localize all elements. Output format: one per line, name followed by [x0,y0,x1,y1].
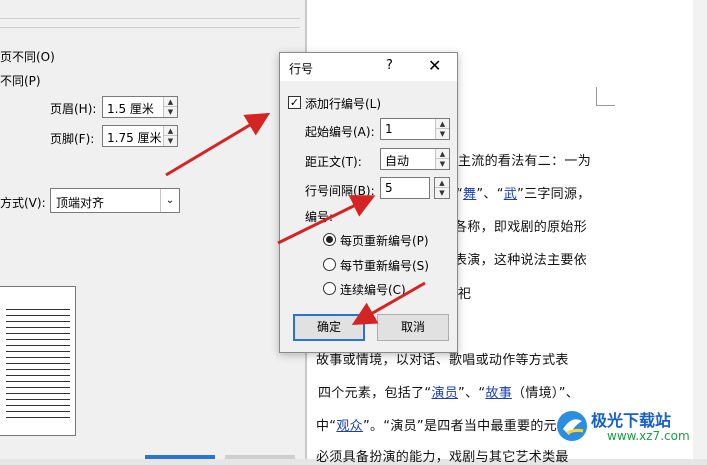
hyperlink[interactable]: 观众 [336,419,363,434]
header-distance-spinner[interactable]: 1.5 厘米 ▲ ▼ [102,96,178,118]
document-line: “舞”、“武”三字同源， [456,183,591,202]
add-line-numbers-checkbox[interactable]: ✓ [288,96,301,109]
start-at-spinner[interactable]: 1 ▲ ▼ [380,118,450,140]
continuous-label[interactable]: 连续编号(C) [340,281,406,298]
vertical-scrollbar[interactable] [693,0,707,459]
help-icon[interactable]: ? [386,58,393,73]
spin-down-icon[interactable]: ▼ [164,107,177,117]
restart-each-section-radio[interactable] [323,258,336,271]
spinner-arrows[interactable]: ▲ ▼ [435,119,449,139]
restart-each-page-radio[interactable] [323,233,336,246]
spin-up-icon[interactable]: ▲ [435,178,449,188]
cancel-button[interactable]: 取消 [377,314,449,341]
spin-down-icon[interactable]: ▼ [435,188,449,198]
watermark-name: 极光下载站 [591,411,672,430]
text-run: 主流的看法有二：一为 [458,154,592,169]
dialog-titlebar: 行号 ? ✕ [280,53,457,81]
spin-up-icon[interactable]: ▲ [436,119,449,129]
start-at-value: 1 [385,122,393,136]
document-line: 表演，这种说法主要依 [454,249,587,268]
text-run: 各称，即戏剧的原始形 [454,220,588,235]
hyperlink[interactable]: 故事 [485,386,512,401]
spinner-arrows[interactable]: ▲ ▼ [163,126,177,146]
spin-down-icon[interactable]: ▼ [436,159,449,169]
text-run: ”、“ [476,187,504,202]
document-line: 四个元素，包括了“演员”、“故事（情境）”、 [318,382,579,401]
odd-even-option[interactable]: 页不同(O) [0,48,55,65]
section-divider [0,27,300,28]
from-text-value: 自动 [385,154,410,168]
text-run: ”。“演员”是四者当中最重要的元素， [362,419,584,434]
spinner-arrows[interactable]: ▲ ▼ [163,97,177,117]
footer-distance-label: 页脚(F): [50,132,95,146]
document-line: 祀 [458,283,471,302]
add-line-numbers-label[interactable]: 添加行编号(L) [305,95,381,112]
cancel-button-edge[interactable] [225,455,295,459]
from-text-spinner[interactable]: 自动 ▲ ▼ [380,148,450,170]
watermark-icon [557,411,587,441]
text-run: 中“ [316,419,337,434]
dialog-title: 行号 [289,62,314,76]
line-numbers-dialog: 行号 ? ✕ ✓ 添加行编号(L) 起始编号(A): 1 ▲ ▼ 距正文(T): … [279,52,458,353]
document-line: 中“观众”。“演员”是四者当中最重要的元素， [316,415,584,434]
continuous-radio[interactable] [323,282,336,295]
hyperlink[interactable]: 武 [504,187,517,202]
spin-up-icon[interactable]: ▲ [164,126,177,136]
count-by-spinner[interactable]: 5 [380,177,430,199]
document-line: 各称，即戏剧的原始形 [454,216,587,235]
text-run: 祀 [458,287,472,302]
text-run: 表演，这种说法主要依 [454,253,588,268]
footer-distance-value: 1.75 厘米 [107,131,162,145]
footer-distance-spinner[interactable]: 1.75 厘米 ▲ ▼ [102,125,178,147]
count-by-label: 行号间隔(B): [305,184,375,198]
margin-corner-mark [596,87,615,106]
page-preview [0,286,76,436]
watermark-logo: 极光下载站 www.xz7.com [555,405,703,453]
vertical-align-label: 方式(V): [0,196,46,210]
spin-down-icon[interactable]: ▼ [436,129,449,139]
ok-button[interactable]: 确定 [293,314,365,341]
header-distance-label: 页眉(H): [50,102,97,116]
text-run: ”三字同源， [517,187,591,202]
watermark-url: www.xz7.com [607,429,690,443]
numbering-label: 编号: [305,210,334,224]
close-icon[interactable]: ✕ [428,56,441,75]
text-run: 必须具备扮演的能力，戏剧与其它艺术类最 [316,450,569,465]
start-at-label: 起始编号(A): [305,125,375,139]
text-run: 故事或情境，以对话、歌唱或动作等方式表 [316,353,569,368]
chevron-down-icon[interactable]: ⌄ [160,189,179,212]
count-by-spin-buttons[interactable]: ▲ ▼ [434,177,450,199]
spin-up-icon[interactable]: ▲ [436,149,449,159]
ok-button-edge[interactable] [145,455,215,459]
text-run: ”、“ [458,386,486,401]
dialog-divider [0,0,300,19]
restart-each-section-label[interactable]: 每节重新编号(S) [340,257,429,274]
spinner-arrows[interactable]: ▲ ▼ [435,149,449,169]
page-setup-dialog-background: 页不同(O) 不同(P) 页眉(H): 1.5 厘米 ▲ ▼ 页脚(F): 1.7… [0,0,306,459]
vertical-align-value: 顶端对齐 [56,196,105,210]
spin-down-icon[interactable]: ▼ [164,136,177,146]
document-line: 主流的看法有二：一为 [458,150,591,169]
spin-up-icon[interactable]: ▲ [164,97,177,107]
text-run: 四个元素，包括了“ [318,386,432,401]
header-distance-value: 1.5 厘米 [107,102,154,116]
document-line: 必须具备扮演的能力，戏剧与其它艺术类最 [316,446,569,465]
restart-each-page-label[interactable]: 每页重新编号(P) [340,232,429,249]
hyperlink[interactable]: 演员 [431,386,458,401]
vertical-align-select[interactable]: 顶端对齐 ⌄ [50,188,180,213]
text-run: （情境）”、 [512,386,580,401]
count-by-value: 5 [385,181,393,195]
from-text-label: 距正文(T): [305,155,362,169]
first-page-option[interactable]: 不同(P) [0,72,41,89]
hyperlink[interactable]: 舞 [463,187,476,202]
spinner-arrows[interactable]: ▲ ▼ [435,178,449,198]
